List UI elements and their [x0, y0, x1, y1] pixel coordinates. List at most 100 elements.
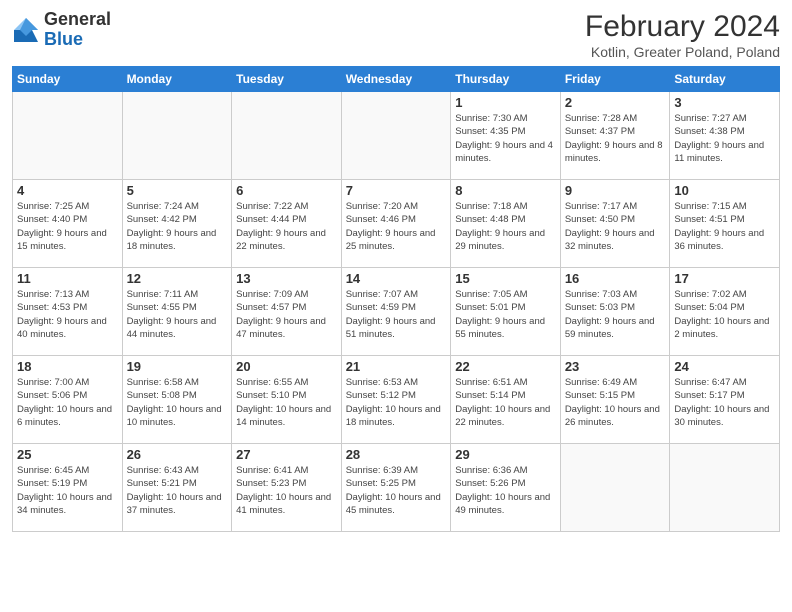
day-number: 15 [455, 271, 556, 286]
day-info: Sunrise: 6:45 AM Sunset: 5:19 PM Dayligh… [17, 464, 118, 517]
title-block: February 2024 Kotlin, Greater Poland, Po… [585, 10, 780, 60]
day-cell: 29 Sunrise: 6:36 AM Sunset: 5:26 PM Dayli… [451, 444, 561, 532]
day-cell [560, 444, 670, 532]
day-number: 18 [17, 359, 118, 374]
day-info: Sunrise: 7:03 AM Sunset: 5:03 PM Dayligh… [565, 288, 666, 341]
day-number: 16 [565, 271, 666, 286]
day-cell: 7 Sunrise: 7:20 AM Sunset: 4:46 PM Daylig… [341, 180, 451, 268]
logo-general: General [44, 9, 111, 29]
week-row-2: 4 Sunrise: 7:25 AM Sunset: 4:40 PM Daylig… [13, 180, 780, 268]
day-number: 7 [346, 183, 447, 198]
day-info: Sunrise: 7:28 AM Sunset: 4:37 PM Dayligh… [565, 112, 666, 165]
day-cell: 9Sunrise: 7:17 AM Sunset: 4:50 PM Daylig… [560, 180, 670, 268]
day-cell: 11Sunrise: 7:13 AM Sunset: 4:53 PM Dayli… [13, 268, 123, 356]
day-cell: 24 Sunrise: 6:47 AM Sunset: 5:17 PM Dayli… [670, 356, 780, 444]
day-info: Sunrise: 7:02 AM Sunset: 5:04 PM Dayligh… [674, 288, 775, 341]
day-info: Sunrise: 7:30 AM Sunset: 4:35 PM Dayligh… [455, 112, 556, 165]
day-number: 10 [674, 183, 775, 198]
day-info: Sunrise: 6:43 AM Sunset: 5:21 PM Dayligh… [127, 464, 228, 517]
day-number: 5 [127, 183, 228, 198]
day-number: 13 [236, 271, 337, 286]
day-number: 14 [346, 271, 447, 286]
day-number: 17 [674, 271, 775, 286]
day-info: Sunrise: 6:55 AM Sunset: 5:10 PM Dayligh… [236, 376, 337, 429]
day-cell: 15 Sunrise: 7:05 AM Sunset: 5:01 PM Dayli… [451, 268, 561, 356]
day-info: Sunrise: 6:41 AM Sunset: 5:23 PM Dayligh… [236, 464, 337, 517]
day-info: Sunrise: 7:09 AM Sunset: 4:57 PM Dayligh… [236, 288, 337, 341]
col-header-friday: Friday [560, 67, 670, 92]
day-cell [341, 92, 451, 180]
logo-blue: Blue [44, 29, 83, 49]
day-info: Sunrise: 7:20 AM Sunset: 4:46 PM Dayligh… [346, 200, 447, 253]
day-cell: 21 Sunrise: 6:53 AM Sunset: 5:12 PM Dayli… [341, 356, 451, 444]
day-info: Sunrise: 7:22 AM Sunset: 4:44 PM Dayligh… [236, 200, 337, 253]
header: General Blue February 2024 Kotlin, Great… [12, 10, 780, 60]
day-number: 23 [565, 359, 666, 374]
day-number: 21 [346, 359, 447, 374]
day-cell: 6Sunrise: 7:22 AM Sunset: 4:44 PM Daylig… [232, 180, 342, 268]
logo: General Blue [12, 10, 111, 50]
col-header-saturday: Saturday [670, 67, 780, 92]
day-number: 29 [455, 447, 556, 462]
week-row-4: 18 Sunrise: 7:00 AM Sunset: 5:06 PM Dayli… [13, 356, 780, 444]
day-info: Sunrise: 6:36 AM Sunset: 5:26 PM Dayligh… [455, 464, 556, 517]
day-number: 22 [455, 359, 556, 374]
day-cell: 4 Sunrise: 7:25 AM Sunset: 4:40 PM Daylig… [13, 180, 123, 268]
day-cell [670, 444, 780, 532]
week-row-3: 11Sunrise: 7:13 AM Sunset: 4:53 PM Dayli… [13, 268, 780, 356]
day-number: 26 [127, 447, 228, 462]
day-info: Sunrise: 7:24 AM Sunset: 4:42 PM Dayligh… [127, 200, 228, 253]
day-cell [232, 92, 342, 180]
col-header-sunday: Sunday [13, 67, 123, 92]
day-info: Sunrise: 7:17 AM Sunset: 4:50 PM Dayligh… [565, 200, 666, 253]
calendar-subtitle: Kotlin, Greater Poland, Poland [585, 44, 780, 60]
calendar-table: SundayMondayTuesdayWednesdayThursdayFrid… [12, 66, 780, 532]
day-cell: 28 Sunrise: 6:39 AM Sunset: 5:25 PM Dayli… [341, 444, 451, 532]
day-cell: 14 Sunrise: 7:07 AM Sunset: 4:59 PM Dayli… [341, 268, 451, 356]
calendar-header-row: SundayMondayTuesdayWednesdayThursdayFrid… [13, 67, 780, 92]
day-number: 28 [346, 447, 447, 462]
day-number: 3 [674, 95, 775, 110]
day-cell: 19Sunrise: 6:58 AM Sunset: 5:08 PM Dayli… [122, 356, 232, 444]
day-cell: 5 Sunrise: 7:24 AM Sunset: 4:42 PM Daylig… [122, 180, 232, 268]
calendar-title: February 2024 [585, 10, 780, 44]
day-cell: 3Sunrise: 7:27 AM Sunset: 4:38 PM Daylig… [670, 92, 780, 180]
day-cell: 25Sunrise: 6:45 AM Sunset: 5:19 PM Dayli… [13, 444, 123, 532]
week-row-5: 25Sunrise: 6:45 AM Sunset: 5:19 PM Dayli… [13, 444, 780, 532]
col-header-thursday: Thursday [451, 67, 561, 92]
logo-text: General Blue [44, 10, 111, 50]
day-cell: 12 Sunrise: 7:11 AM Sunset: 4:55 PM Dayli… [122, 268, 232, 356]
day-cell: 23 Sunrise: 6:49 AM Sunset: 5:15 PM Dayli… [560, 356, 670, 444]
day-cell: 2Sunrise: 7:28 AM Sunset: 4:37 PM Daylig… [560, 92, 670, 180]
day-cell: 27 Sunrise: 6:41 AM Sunset: 5:23 PM Dayli… [232, 444, 342, 532]
col-header-monday: Monday [122, 67, 232, 92]
page: General Blue February 2024 Kotlin, Great… [0, 0, 792, 612]
day-cell [122, 92, 232, 180]
day-info: Sunrise: 6:53 AM Sunset: 5:12 PM Dayligh… [346, 376, 447, 429]
day-cell [13, 92, 123, 180]
day-info: Sunrise: 7:05 AM Sunset: 5:01 PM Dayligh… [455, 288, 556, 341]
day-cell: 20 Sunrise: 6:55 AM Sunset: 5:10 PM Dayli… [232, 356, 342, 444]
day-info: Sunrise: 6:58 AM Sunset: 5:08 PM Dayligh… [127, 376, 228, 429]
day-number: 27 [236, 447, 337, 462]
day-number: 4 [17, 183, 118, 198]
day-info: Sunrise: 6:47 AM Sunset: 5:17 PM Dayligh… [674, 376, 775, 429]
col-header-wednesday: Wednesday [341, 67, 451, 92]
day-cell: 1 Sunrise: 7:30 AM Sunset: 4:35 PM Daylig… [451, 92, 561, 180]
day-cell: 17 Sunrise: 7:02 AM Sunset: 5:04 PM Dayli… [670, 268, 780, 356]
day-info: Sunrise: 7:07 AM Sunset: 4:59 PM Dayligh… [346, 288, 447, 341]
day-info: Sunrise: 7:11 AM Sunset: 4:55 PM Dayligh… [127, 288, 228, 341]
day-info: Sunrise: 7:18 AM Sunset: 4:48 PM Dayligh… [455, 200, 556, 253]
day-info: Sunrise: 7:15 AM Sunset: 4:51 PM Dayligh… [674, 200, 775, 253]
day-info: Sunrise: 6:49 AM Sunset: 5:15 PM Dayligh… [565, 376, 666, 429]
week-row-1: 1 Sunrise: 7:30 AM Sunset: 4:35 PM Daylig… [13, 92, 780, 180]
day-number: 1 [455, 95, 556, 110]
day-number: 24 [674, 359, 775, 374]
day-cell: 8Sunrise: 7:18 AM Sunset: 4:48 PM Daylig… [451, 180, 561, 268]
day-number: 20 [236, 359, 337, 374]
day-info: Sunrise: 7:25 AM Sunset: 4:40 PM Dayligh… [17, 200, 118, 253]
day-info: Sunrise: 6:39 AM Sunset: 5:25 PM Dayligh… [346, 464, 447, 517]
logo-icon [12, 16, 40, 44]
day-info: Sunrise: 7:00 AM Sunset: 5:06 PM Dayligh… [17, 376, 118, 429]
day-number: 12 [127, 271, 228, 286]
